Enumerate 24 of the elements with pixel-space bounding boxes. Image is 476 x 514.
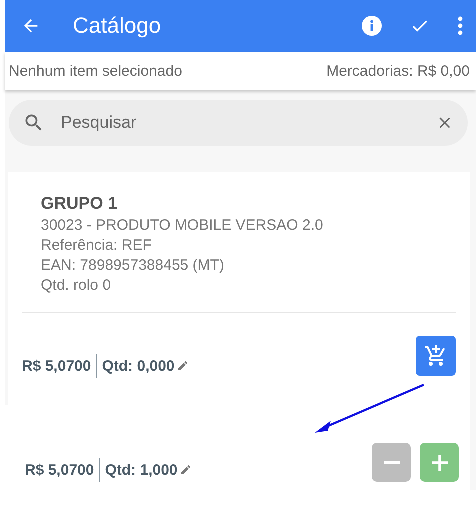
quantity: Qtd: 0,000 [102,358,175,374]
increase-button[interactable] [420,443,459,482]
pencil-icon[interactable] [180,464,192,476]
price: R$ 5,0700 [25,462,94,478]
product-detail: EAN: 7898957388455 (MT) [41,257,226,274]
product-detail: 30023 - PRODUTO MOBILE VERSAO 2.0 [41,217,324,234]
price: R$ 5,0700 [22,358,92,374]
info-icon[interactable] [360,14,384,38]
search-bar[interactable]: Pesquisar [9,100,468,146]
quantity: Qtd: 1,000 [105,462,178,478]
minus-icon [384,461,400,464]
goods-total: Mercadorias: R$ 0,00 [326,62,470,80]
pencil-icon[interactable] [176,360,189,372]
product-detail: Qtd. rolo 0 [41,277,112,294]
group-name: GRUPO 1 [41,194,119,214]
product-card[interactable]: GRUPO 1 30023 - PRODUTO MOBILE VERSAO 2.0 Referência: REF EAN: 7898957388455 (MT) Qtd. rolo 0 R$ 5,0700 Qtd: 0,000 [8,172,470,405]
product-detail: Referência: REF [41,237,153,254]
screen-title: Catálogo [73,13,162,39]
cart-plus-icon [424,344,448,368]
selection-status: Nenhum item selecionado [9,62,182,80]
more-icon[interactable] [456,14,464,38]
plus-icon [430,454,448,472]
add-to-cart-button[interactable] [416,336,456,376]
search-field[interactable]: Pesquisar [59,112,422,134]
